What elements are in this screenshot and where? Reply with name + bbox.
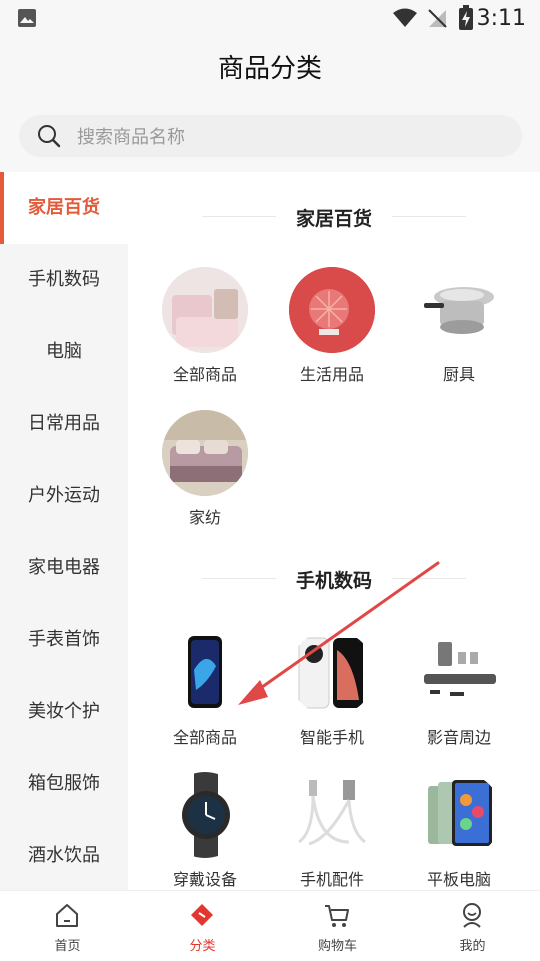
tab-category[interactable]: 分类 [135,891,270,961]
tile-label: 影音周边 [426,728,491,747]
tile-label: 手机配件 [299,870,364,889]
gallery-notification-icon [18,9,36,27]
no-signal-icon [428,9,447,28]
cable-photo [289,772,375,858]
category-tile[interactable]: 厨具 [396,267,522,385]
category-tile[interactable]: 全部商品 [142,630,268,748]
home-icon [56,904,78,927]
cookware-photo [416,267,502,353]
cart-icon [325,905,349,927]
category-tile[interactable]: 智能手机 [269,630,395,748]
search-icon [38,125,61,148]
sidebar-item-daily-use[interactable]: 日常用品 [0,388,128,460]
tile-label: 智能手机 [299,728,364,747]
tab-label: 购物车 [317,939,357,954]
sidebar-item-bags-apparel[interactable]: 箱包服饰 [0,748,128,820]
category-tile[interactable]: 穿戴设备 [142,772,268,890]
tile-label: 全部商品 [172,728,237,747]
sidebar-item-home-goods[interactable]: 家居百货 [0,172,128,244]
bedroom-photo [162,410,248,496]
soundbar-photo [416,630,502,716]
tab-profile[interactable]: 我的 [405,891,540,961]
sidebar-item-computers[interactable]: 电脑 [0,316,128,388]
section-title: 家居百货 [295,208,372,230]
tile-label: 厨具 [442,365,475,384]
profile-icon [463,903,481,928]
bottom-tab-bar: 首页 分类 购物车 我的 [0,890,540,961]
sidebar-item-outdoor-sports[interactable]: 户外运动 [0,460,128,532]
wifi-icon [393,8,417,27]
phone-photo [162,630,248,716]
tab-label: 分类 [189,939,216,954]
category-tile[interactable]: 生活用品 [269,267,395,385]
section-title: 手机数码 [295,570,372,592]
category-content: 家居百货 全部商品 生活用品 厨具 家纺 手机数码 全部商品 智能手机 影音周边… [128,172,540,890]
smartwatch-photo [162,772,248,858]
category-tile[interactable]: 平板电脑 [396,772,522,890]
category-tile[interactable]: 全部商品 [142,267,268,385]
tab-home[interactable]: 首页 [0,891,135,961]
tile-label: 穿戴设备 [172,870,237,889]
category-icon [191,904,213,926]
fan-heater-photo [289,267,375,353]
tab-label: 首页 [54,939,81,954]
battery-charging-icon [459,5,473,30]
category-tile[interactable]: 手机配件 [269,772,395,890]
tile-label: 家纺 [188,508,221,527]
tile-label: 全部商品 [172,365,237,384]
status-bar: 3:11 [0,0,540,36]
search-input[interactable] [75,115,499,159]
bedding-photo [162,267,248,353]
sidebar-item-phones-digital[interactable]: 手机数码 [0,244,128,316]
sidebar-item-drinks[interactable]: 酒水饮品 [0,820,128,892]
sidebar-item-watches-jewelry[interactable]: 手表首饰 [0,604,128,676]
category-sidebar: 家居百货 手机数码 电脑 日常用品 户外运动 家电电器 手表首饰 美妆个护 箱包… [0,172,128,890]
tablet-photo [416,772,502,858]
sidebar-item-appliances[interactable]: 家电电器 [0,532,128,604]
page-header: 商品分类 [0,36,540,102]
category-tile[interactable]: 影音周边 [396,630,522,748]
sidebar-item-beauty-care[interactable]: 美妆个护 [0,676,128,748]
search-bar[interactable] [19,115,522,159]
tab-label: 我的 [459,939,486,954]
tab-cart[interactable]: 购物车 [270,891,405,961]
clock: 3:11 [476,6,526,31]
page-title: 商品分类 [217,54,322,84]
category-tile[interactable]: 家纺 [142,410,268,528]
smartphone-photo [289,630,375,716]
tile-label: 平板电脑 [426,870,491,889]
tile-label: 生活用品 [299,365,364,384]
